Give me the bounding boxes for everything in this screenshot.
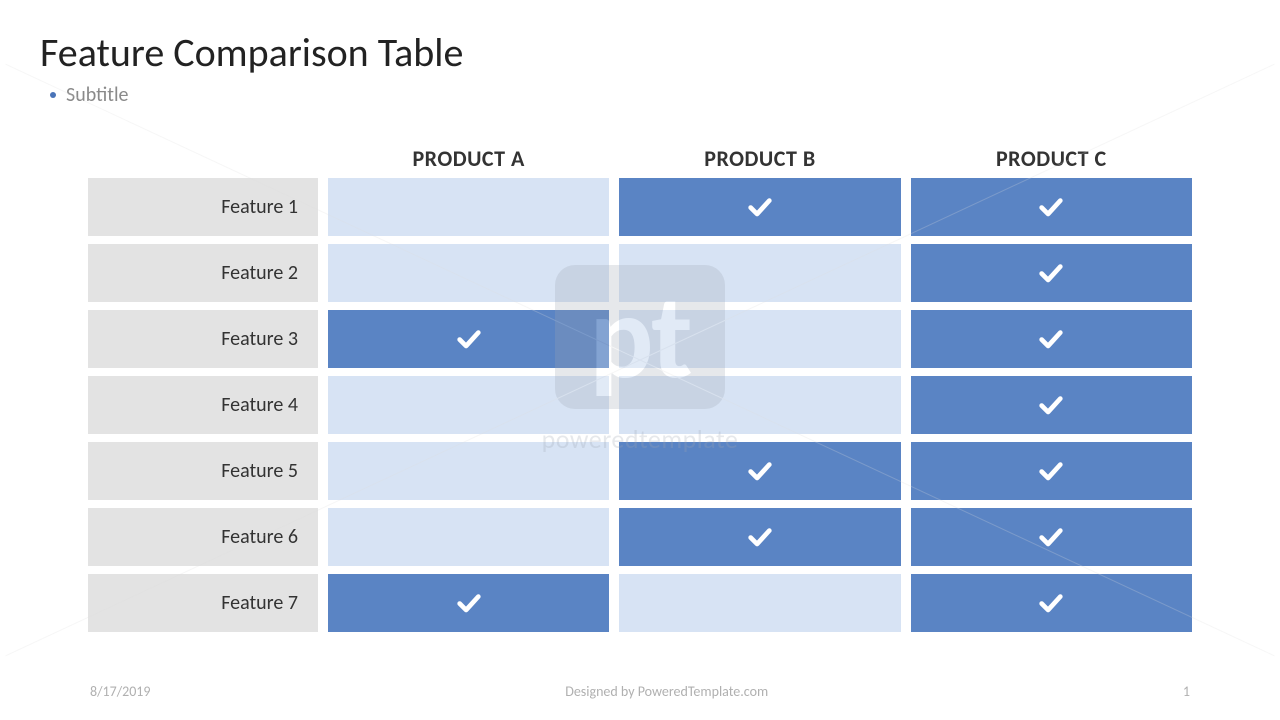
data-cell xyxy=(619,442,900,500)
data-cell xyxy=(619,508,900,566)
footer-credit: Designed by PoweredTemplate.com xyxy=(565,683,768,700)
check-icon xyxy=(746,193,774,221)
table-row: Feature 5 xyxy=(88,442,1192,500)
header-spacer xyxy=(88,145,318,172)
slide-title: Feature Comparison Table xyxy=(40,28,1240,77)
data-cell xyxy=(328,574,609,632)
data-cell xyxy=(619,178,900,236)
check-icon xyxy=(1037,457,1065,485)
data-cell xyxy=(328,442,609,500)
data-cell xyxy=(619,310,900,368)
table-header-row: PRODUCT A PRODUCT B PRODUCT C xyxy=(88,145,1192,172)
column-header: PRODUCT A xyxy=(328,145,609,172)
check-icon xyxy=(455,589,483,617)
table-row: Feature 1 xyxy=(88,178,1192,236)
data-cell xyxy=(328,376,609,434)
data-cell xyxy=(328,244,609,302)
data-cell xyxy=(619,244,900,302)
row-label: Feature 6 xyxy=(88,508,318,566)
table-row: Feature 6 xyxy=(88,508,1192,566)
data-cell xyxy=(619,574,900,632)
slide-footer: 8/17/2019 Designed by PoweredTemplate.co… xyxy=(0,683,1280,700)
row-label: Feature 1 xyxy=(88,178,318,236)
table-row: Feature 7 xyxy=(88,574,1192,632)
check-icon xyxy=(746,457,774,485)
column-header: PRODUCT B xyxy=(619,145,900,172)
data-cell xyxy=(911,178,1192,236)
data-cell xyxy=(911,376,1192,434)
row-label: Feature 5 xyxy=(88,442,318,500)
footer-page: 1 xyxy=(1183,683,1190,700)
data-cell xyxy=(328,310,609,368)
row-label: Feature 2 xyxy=(88,244,318,302)
bullet-icon xyxy=(50,92,56,98)
check-icon xyxy=(455,325,483,353)
row-label: Feature 4 xyxy=(88,376,318,434)
slide: pt poweredtemplate Feature Comparison Ta… xyxy=(0,0,1280,720)
table-row: Feature 3 xyxy=(88,310,1192,368)
check-icon xyxy=(1037,259,1065,287)
check-icon xyxy=(1037,325,1065,353)
check-icon xyxy=(1037,523,1065,551)
check-icon xyxy=(1037,589,1065,617)
comparison-table: PRODUCT A PRODUCT B PRODUCT C Feature 1 F… xyxy=(88,145,1192,632)
data-cell xyxy=(911,574,1192,632)
data-cell xyxy=(328,178,609,236)
data-cell xyxy=(911,508,1192,566)
footer-date: 8/17/2019 xyxy=(90,683,150,700)
check-icon xyxy=(1037,391,1065,419)
row-label: Feature 7 xyxy=(88,574,318,632)
subtitle-row: Subtitle xyxy=(40,83,1240,107)
column-header: PRODUCT C xyxy=(911,145,1192,172)
check-icon xyxy=(746,523,774,551)
slide-subtitle: Subtitle xyxy=(66,83,129,107)
data-cell xyxy=(911,442,1192,500)
data-cell xyxy=(619,376,900,434)
data-cell xyxy=(328,508,609,566)
data-cell xyxy=(911,310,1192,368)
data-cell xyxy=(911,244,1192,302)
row-label: Feature 3 xyxy=(88,310,318,368)
table-row: Feature 4 xyxy=(88,376,1192,434)
check-icon xyxy=(1037,193,1065,221)
table-row: Feature 2 xyxy=(88,244,1192,302)
